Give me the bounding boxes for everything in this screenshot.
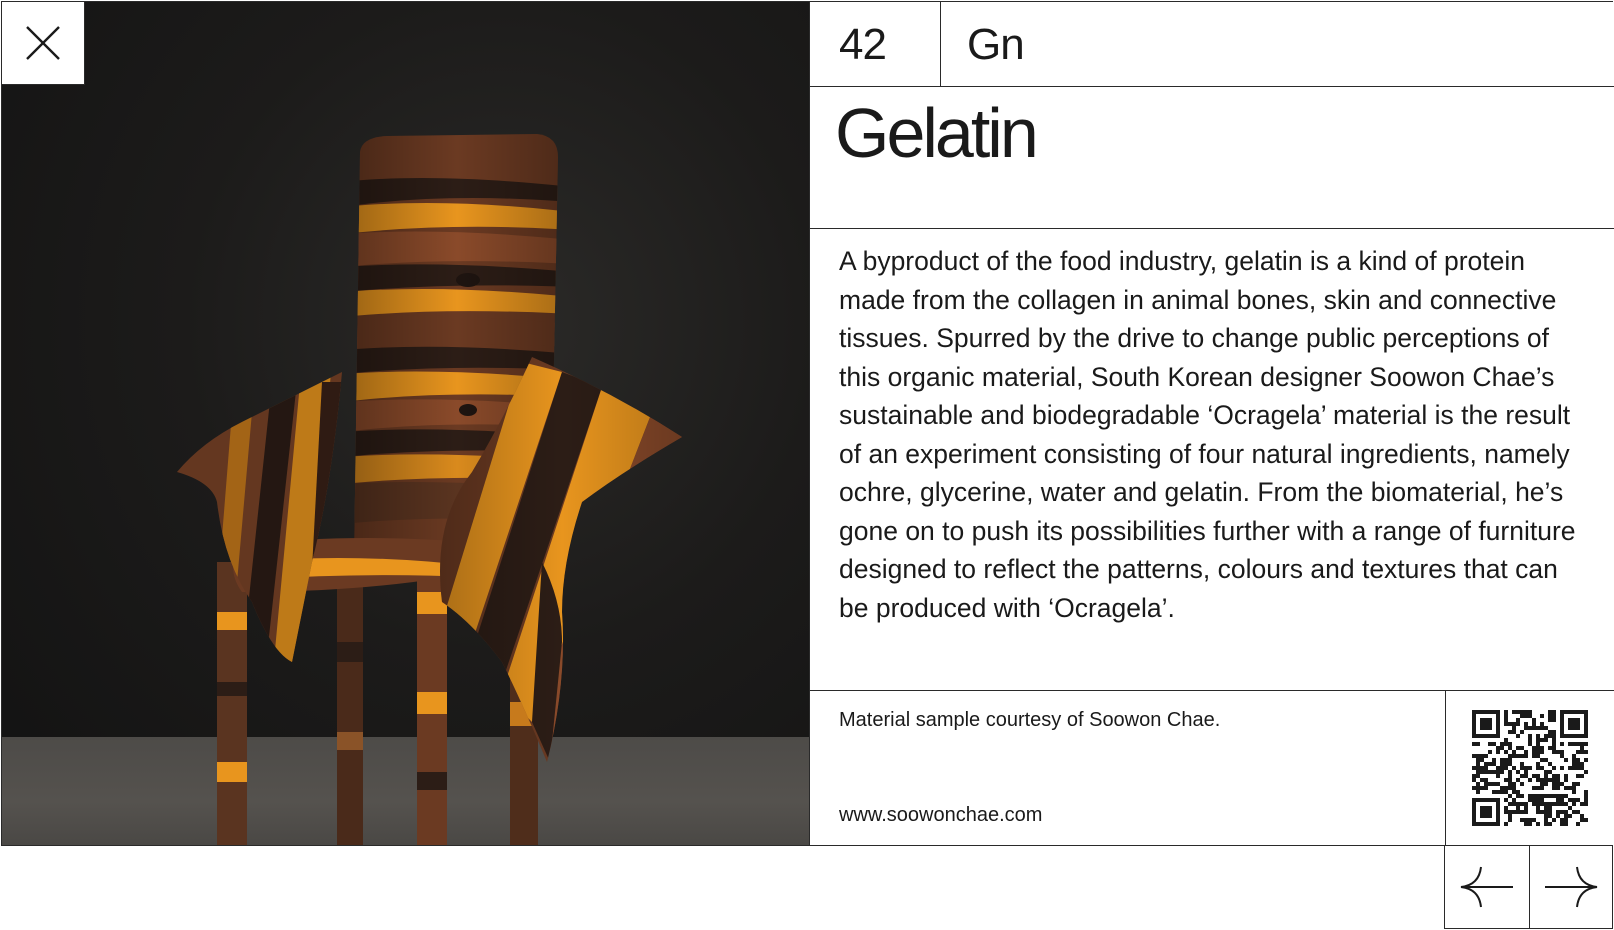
info-panel: 42 Gn Gelatin A byproduct of the food in… [809, 2, 1614, 845]
close-icon [26, 26, 60, 60]
credit-text: Material sample courtesy of Soowon Chae. [839, 709, 1221, 731]
description-text: A byproduct of the food industry, gelati… [839, 246, 1576, 623]
pagination-nav [1444, 845, 1613, 929]
title-row: Gelatin [810, 87, 1614, 229]
website-link[interactable]: www.soowonchae.com [839, 804, 1042, 827]
close-button[interactable] [2, 2, 85, 85]
next-button[interactable] [1528, 845, 1613, 928]
description-row: A byproduct of the food industry, gelati… [810, 229, 1614, 691]
material-photo [2, 2, 809, 845]
previous-button[interactable] [1445, 845, 1529, 928]
element-header: 42 Gn [810, 2, 1614, 87]
arrow-left-icon [1460, 866, 1513, 907]
arrow-right-icon [1544, 866, 1597, 907]
page-title: Gelatin [835, 94, 1039, 172]
qr-code-icon [1472, 710, 1588, 826]
atomic-number: 42 [810, 2, 941, 87]
element-symbol: Gn [967, 20, 1025, 69]
chair-image [177, 134, 682, 845]
footer-row: Material sample courtesy of Soowon Chae.… [810, 691, 1614, 845]
qr-code[interactable] [1445, 691, 1614, 845]
